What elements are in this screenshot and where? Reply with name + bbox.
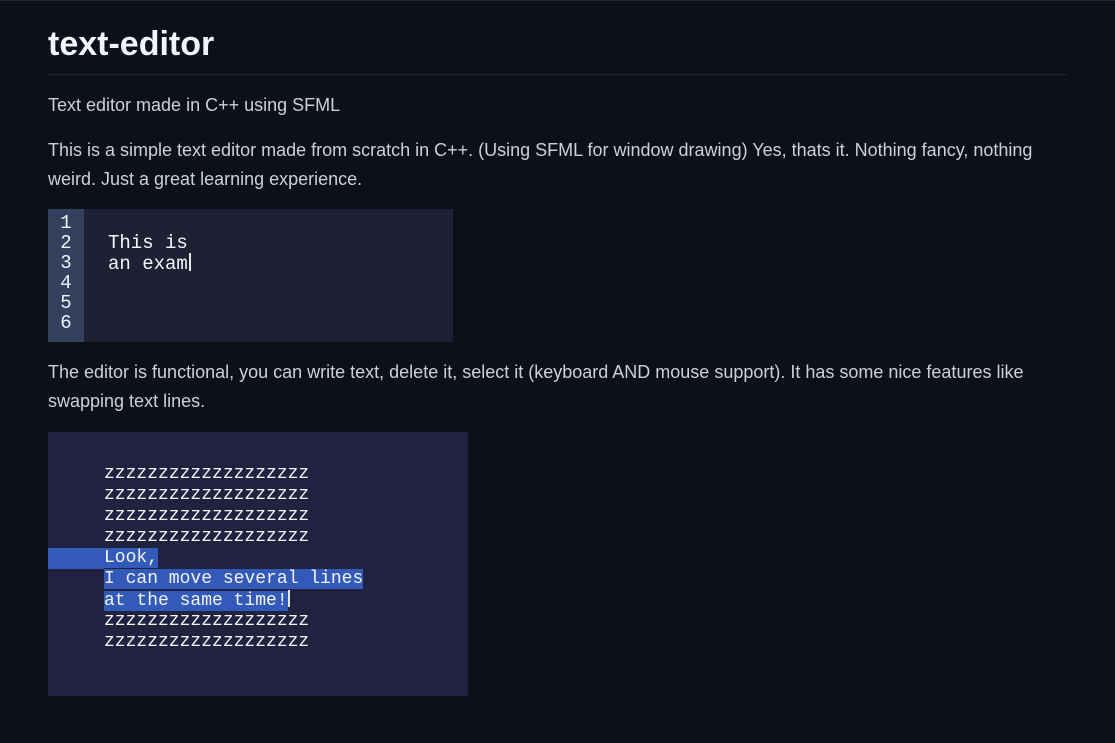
editor1-gutter: 123456 [48,209,84,342]
editor2-line-text: Look, [104,548,158,568]
readme-container: text-editor Text editor made in C++ usin… [0,25,1115,696]
editor2-line-text: at the same time! [104,591,288,611]
editor2-line-text: zzzzzzzzzzzzzzzzzzz [104,506,309,526]
editor2-line: zzzzzzzzzzzzzzzzzzz [48,527,363,548]
text-cursor [288,591,290,611]
intro-paragraph: This is a simple text editor made from s… [48,136,1067,194]
editor2-line: zzzzzzzzzzzzzzzzzzz [48,464,363,485]
editor2-line: I can move several lines [48,569,363,590]
editor2-line-text: zzzzzzzzzzzzzzzzzzz [104,527,309,547]
editor2-line: at the same time! [48,590,363,611]
editor2-line-text: zzzzzzzzzzzzzzzzzzz [104,611,309,631]
editor2-line: zzzzzzzzzzzzzzzzzzz [48,611,363,632]
editor2-line-text: zzzzzzzzzzzzzzzzzzz [104,632,309,652]
editor2-line: zzzzzzzzzzzzzzzzzzz [48,506,363,527]
editor-screenshot-1: 123456 This isan exam [48,209,453,342]
editor1-linenum: 3 [48,253,84,273]
editor1-linenum: 2 [48,233,84,253]
editor1-linenum: 1 [48,213,84,233]
editor1-content: This isan exam [84,209,191,342]
editor2-line-text: zzzzzzzzzzzzzzzzzzz [104,464,309,484]
subtitle-text: Text editor made in C++ using SFML [48,91,1067,120]
editor2-line: zzzzzzzzzzzzzzzzzzz [48,485,363,506]
editor2-content: zzzzzzzzzzzzzzzzzzzzzzzzzzzzzzzzzzzzzzzz… [48,464,363,653]
editor1-line: an exam [108,253,191,273]
editor1-linenum: 6 [48,313,84,333]
text-cursor [188,253,191,275]
editor1-line [108,213,191,233]
editor1-linenum: 5 [48,293,84,313]
features-paragraph: The editor is functional, you can write … [48,358,1067,416]
editor1-linenum: 4 [48,273,84,293]
editor2-line-text: I can move several lines [104,569,363,589]
editor2-line: zzzzzzzzzzzzzzzzzzz [48,632,363,653]
page-title: text-editor [48,25,1067,75]
editor2-line-text: zzzzzzzzzzzzzzzzzzz [104,485,309,505]
editor2-line: Look, [48,548,363,569]
editor1-line: This is [108,233,191,253]
editor-screenshot-2: zzzzzzzzzzzzzzzzzzzzzzzzzzzzzzzzzzzzzzzz… [48,432,468,696]
